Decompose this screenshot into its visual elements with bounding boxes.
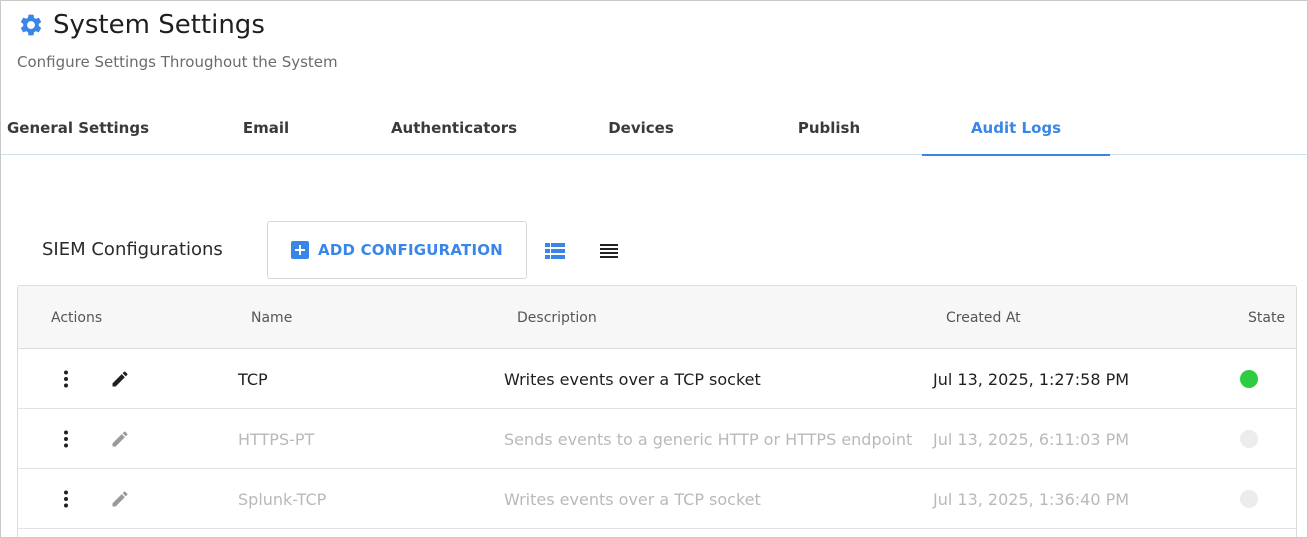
row-name: Splunk-TCP <box>238 489 327 509</box>
table-row[interactable]: HTTPS-PT Sends events to a generic HTTP … <box>18 409 1296 469</box>
settings-window: System Settings Configure Settings Throu… <box>0 0 1308 538</box>
column-header-name[interactable]: Name <box>251 286 292 349</box>
more-vert-icon[interactable] <box>56 427 76 451</box>
plus-icon <box>291 241 310 259</box>
column-header-created-at[interactable]: Created At <box>946 286 1021 349</box>
tab-email[interactable]: Email <box>172 101 360 155</box>
more-vert-icon[interactable] <box>56 367 76 391</box>
list-detailed-icon[interactable] <box>543 239 567 263</box>
column-header-description[interactable]: Description <box>517 286 597 349</box>
table-row[interactable]: TCP Writes events over a TCP socket Jul … <box>18 349 1296 409</box>
edit-pencil-icon[interactable] <box>108 427 132 451</box>
row-name: HTTPS-PT <box>238 429 315 449</box>
row-description: Writes events over a TCP socket <box>504 489 761 509</box>
more-vert-icon[interactable] <box>56 487 76 511</box>
table-header: Actions Name Description Created At Stat… <box>18 286 1296 349</box>
section-title: SIEM Configurations <box>42 239 223 260</box>
settings-tabs: General Settings Email Authenticators De… <box>1 101 1307 156</box>
siem-configurations-table: Actions Name Description Created At Stat… <box>17 285 1297 537</box>
gear-icon <box>17 11 45 39</box>
row-description: Writes events over a TCP socket <box>504 369 761 389</box>
edit-pencil-icon[interactable] <box>108 487 132 511</box>
tab-authenticators[interactable]: Authenticators <box>360 101 548 155</box>
add-configuration-label: ADD CONFIGURATION <box>318 241 503 259</box>
tab-devices[interactable]: Devices <box>547 101 735 155</box>
column-header-state[interactable]: State <box>1248 286 1285 349</box>
row-description: Sends events to a generic HTTP or HTTPS … <box>504 429 913 449</box>
list-compact-icon[interactable] <box>597 239 621 263</box>
page-subtitle: Configure Settings Throughout the System <box>17 53 338 71</box>
row-created-at: Jul 13, 2025, 1:36:40 PM <box>933 489 1130 509</box>
tab-publish[interactable]: Publish <box>735 101 923 155</box>
tab-audit-logs[interactable]: Audit Logs <box>922 101 1110 156</box>
edit-pencil-icon[interactable] <box>108 367 132 391</box>
row-name: TCP <box>238 369 268 389</box>
row-created-at: Jul 13, 2025, 1:27:58 PM <box>933 369 1130 389</box>
tab-general-settings[interactable]: General Settings <box>1 101 189 155</box>
row-created-at: Jul 13, 2025, 6:11:03 PM <box>933 429 1130 449</box>
state-indicator[interactable] <box>1240 490 1258 508</box>
state-indicator[interactable] <box>1240 370 1258 388</box>
page-header: System Settings <box>17 7 265 43</box>
add-configuration-button[interactable]: ADD CONFIGURATION <box>267 221 527 279</box>
table-row[interactable]: Splunk-TCP Writes events over a TCP sock… <box>18 469 1296 529</box>
column-header-actions: Actions <box>51 309 103 326</box>
state-indicator[interactable] <box>1240 430 1258 448</box>
page-title: System Settings <box>53 10 265 40</box>
